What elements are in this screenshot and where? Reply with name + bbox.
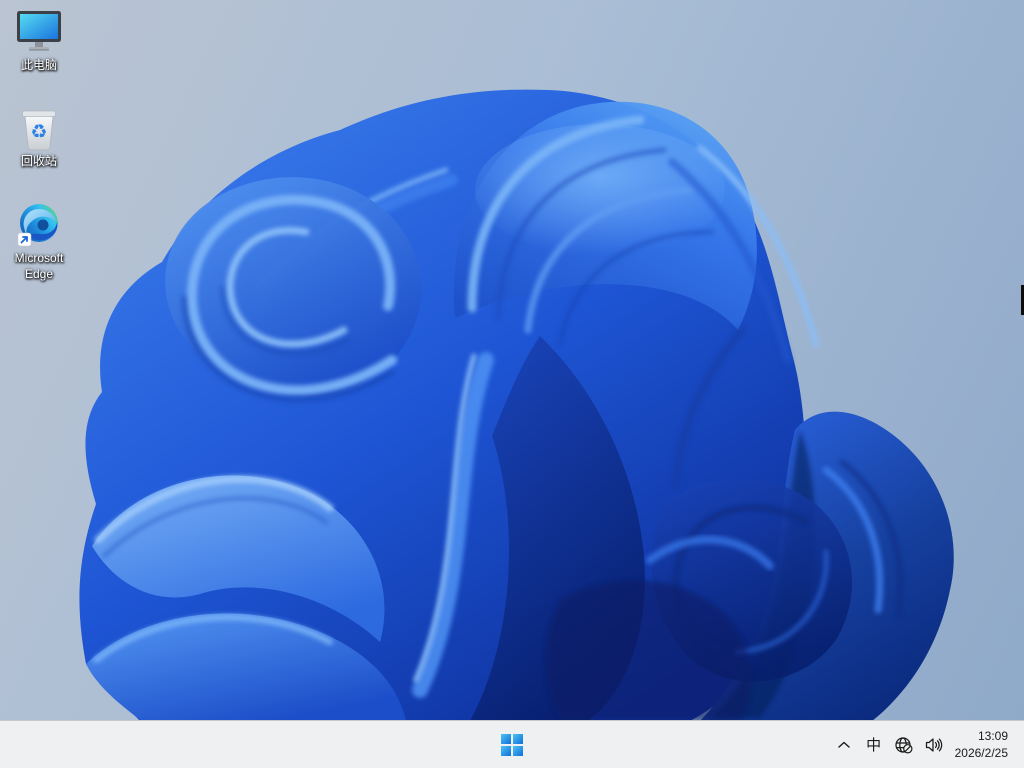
clock-date: 2026/2/25 [954,745,1008,760]
tray-chevron-button[interactable] [829,725,859,765]
this-pc-icon [17,11,61,51]
system-tray: 中 13:09 2026/2/25 [829,721,1024,768]
desktop-icon-this-pc[interactable]: 此电脑 [0,8,78,74]
network-button[interactable] [889,725,919,765]
windows-desktop-screen: 此电脑 ♻ 回收站 Microsoft Edge 中 13:09 2026/2/… [0,0,1024,768]
ime-label: 中 [866,737,882,754]
svg-text:♻: ♻ [30,121,47,143]
taskbar: 中 13:09 2026/2/25 [0,720,1024,768]
edge-browser-icon [17,204,58,247]
desktop-icon-label: Microsoft Edge [14,251,64,281]
desktop-icon-label: 此电脑 [20,58,57,72]
globe-no-internet-icon [894,736,913,754]
speaker-icon [925,737,942,752]
taskbar-clock[interactable]: 13:09 2026/2/25 [951,725,1012,765]
desktop-icon-microsoft-edge[interactable]: Microsoft Edge [0,201,78,282]
ime-indicator[interactable]: 中 [859,725,889,765]
volume-button[interactable] [919,725,949,765]
desktop-surface[interactable]: 此电脑 ♻ 回收站 Microsoft Edge [0,0,1024,720]
start-button[interactable] [492,725,532,765]
desktop-icon-label: 回收站 [20,154,57,168]
windows-logo-icon [501,733,523,756]
recycle-bin-icon: ♻ [22,110,56,151]
desktop-icon-recycle-bin[interactable]: ♻ 回收站 [0,104,78,170]
chevron-up-icon [837,741,850,748]
clock-time: 13:09 [977,729,1008,744]
wallpaper-bloom-image [79,89,954,720]
